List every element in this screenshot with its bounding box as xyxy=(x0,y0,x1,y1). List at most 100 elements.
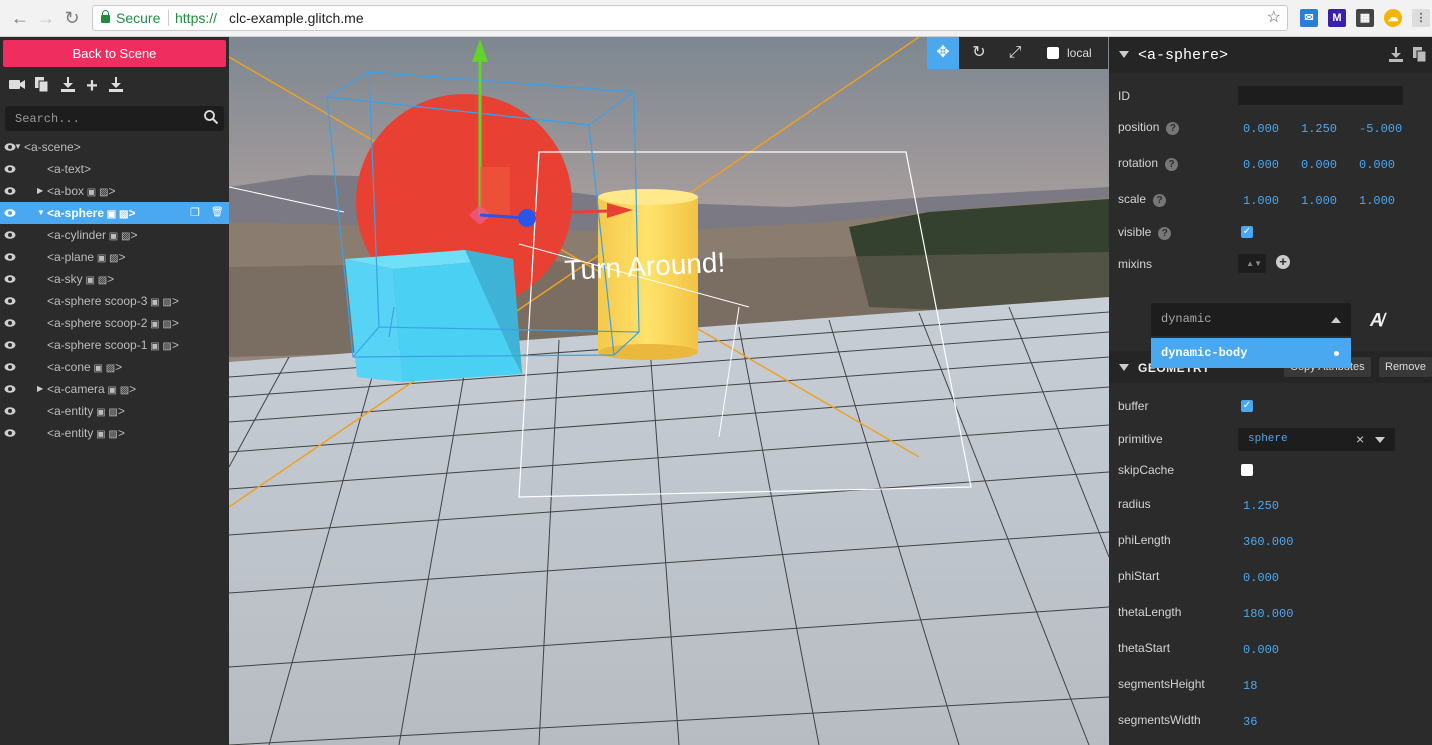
cloud-extension-icon[interactable]: ☁ xyxy=(1384,9,1402,27)
tree-row[interactable]: <a-entity ▣ ▨> xyxy=(0,400,229,422)
scale-y[interactable]: 1.000 xyxy=(1301,194,1337,208)
help-icon[interactable]: ? xyxy=(1165,158,1179,171)
geometry-prop-value[interactable]: 36 xyxy=(1243,715,1257,729)
id-input[interactable] xyxy=(1238,86,1403,105)
eye-icon[interactable] xyxy=(4,296,16,306)
clone-icon[interactable]: ❐ xyxy=(190,202,200,224)
scale-mode-icon[interactable]: ⤢ xyxy=(999,37,1031,69)
eye-icon[interactable] xyxy=(4,230,16,240)
visible-checkbox[interactable]: ✓ xyxy=(1241,226,1253,238)
geometry-prop-value[interactable]: 0.000 xyxy=(1243,571,1279,585)
tree-row[interactable]: ▼ <a-sphere ▣ ▨> ❐ 🗑 xyxy=(0,202,229,224)
tree-row[interactable]: ▶ <a-box ▣ ▨> xyxy=(0,180,229,202)
tree-row[interactable]: <a-cylinder ▣ ▨> xyxy=(0,224,229,246)
rotation-x[interactable]: 0.000 xyxy=(1243,158,1279,172)
mixins-select[interactable]: ▲▼ xyxy=(1238,254,1266,273)
m-extension-icon[interactable]: M xyxy=(1328,9,1346,27)
export-entity-icon[interactable] xyxy=(1389,47,1403,66)
add-mixin-icon[interactable]: + xyxy=(1276,255,1290,269)
position-y[interactable]: 1.250 xyxy=(1301,122,1337,136)
buffer-checkbox[interactable]: ✓ xyxy=(1241,400,1253,412)
tree-row[interactable]: <a-text> xyxy=(0,158,229,180)
tree-row[interactable]: <a-sky ▣ ▨> xyxy=(0,268,229,290)
skipcache-checkbox[interactable] xyxy=(1241,464,1253,476)
scale-z[interactable]: 1.000 xyxy=(1359,194,1395,208)
translate-mode-icon[interactable]: ✥ xyxy=(927,37,959,69)
film-extension-icon[interactable]: ▦ xyxy=(1356,9,1374,27)
eye-icon[interactable] xyxy=(4,164,16,174)
tree-row[interactable]: <a-plane ▣ ▨> xyxy=(0,246,229,268)
scene-viewport[interactable]: Turn Around! xyxy=(229,37,1109,745)
rotation-y[interactable]: 0.000 xyxy=(1301,158,1337,172)
tree-row[interactable]: <a-entity ▣ ▨> xyxy=(0,422,229,444)
copy-entity-icon[interactable] xyxy=(1413,47,1427,66)
eye-icon[interactable] xyxy=(4,252,16,262)
caret-right-icon[interactable]: ▶ xyxy=(37,378,43,400)
primitive-select[interactable]: sphere × xyxy=(1238,428,1395,451)
position-x[interactable]: 0.000 xyxy=(1243,122,1279,136)
forward-arrow-icon[interactable]: → xyxy=(36,8,56,28)
tree-row[interactable]: ▼ <a-scene> xyxy=(0,136,229,158)
geometry-prop-value[interactable]: 18 xyxy=(1243,679,1257,693)
copy-icon[interactable] xyxy=(33,77,51,95)
z-axis-gizmo[interactable] xyxy=(518,209,536,227)
position-z[interactable]: -5.000 xyxy=(1359,122,1402,136)
collapse-icon[interactable] xyxy=(1119,364,1129,371)
add-component-select[interactable]: dynamic xyxy=(1151,303,1351,336)
tree-row[interactable]: <a-sphere scoop-2 ▣ ▨> xyxy=(0,312,229,334)
help-icon[interactable]: ? xyxy=(1158,227,1172,240)
caret-down-icon[interactable]: ▼ xyxy=(37,202,45,224)
back-arrow-icon[interactable]: ← xyxy=(10,8,30,28)
help-icon[interactable]: ? xyxy=(1166,122,1180,135)
eye-icon[interactable] xyxy=(4,406,16,416)
remove-component-button[interactable]: Remove xyxy=(1379,357,1432,377)
help-icon[interactable]: ? xyxy=(1153,194,1167,207)
secure-indicator[interactable]: Secure xyxy=(101,6,160,30)
eye-icon[interactable] xyxy=(4,428,16,438)
menu-icon[interactable]: ⋮ xyxy=(1412,9,1430,27)
delete-icon[interactable]: 🗑 xyxy=(211,202,224,224)
chevron-up-icon[interactable] xyxy=(1331,317,1341,323)
local-checkbox[interactable] xyxy=(1047,47,1059,59)
scale-x[interactable]: 1.000 xyxy=(1243,194,1279,208)
entity-search-input[interactable] xyxy=(5,106,195,131)
add-entity-icon[interactable]: + xyxy=(83,76,101,96)
eye-icon[interactable] xyxy=(4,362,16,372)
address-bar[interactable]: Secure https:// clc-example.glitch.me ☆ xyxy=(92,5,1288,31)
geometry-prop-value[interactable]: 360.000 xyxy=(1243,535,1293,549)
caret-right-icon[interactable]: ▶ xyxy=(37,180,43,202)
back-to-scene-button[interactable]: Back to Scene xyxy=(3,40,226,67)
geometry-prop-value[interactable]: 0.000 xyxy=(1243,643,1279,657)
collapse-icon[interactable] xyxy=(1119,51,1129,58)
bookmark-star-icon[interactable]: ☆ xyxy=(1267,6,1281,30)
eye-icon[interactable] xyxy=(4,318,16,328)
tree-row[interactable]: ▶ <a-camera ▣ ▨> xyxy=(0,378,229,400)
tree-row-label: <a-sphere scoop-1 ▣ ▨> xyxy=(47,334,179,358)
download-icon[interactable] xyxy=(107,77,125,95)
dropdown-option-dynamic-body[interactable]: dynamic-body xyxy=(1161,346,1247,360)
tree-row[interactable]: <a-cone ▣ ▨> xyxy=(0,356,229,378)
caret-down-icon[interactable]: ▼ xyxy=(14,136,22,158)
eye-icon[interactable] xyxy=(4,340,16,350)
chevron-down-icon[interactable] xyxy=(1375,437,1385,443)
mail-extension-icon[interactable]: ✉ xyxy=(1300,9,1318,27)
rotate-mode-icon[interactable]: ↻ xyxy=(963,37,995,69)
aframe-logo-icon[interactable]: A̸ xyxy=(1370,310,1383,331)
tree-row[interactable]: <a-sphere scoop-3 ▣ ▨> xyxy=(0,290,229,312)
eye-icon[interactable] xyxy=(4,274,16,284)
eye-icon[interactable] xyxy=(4,384,16,394)
geometry-prop-label: segmentsWidth xyxy=(1118,713,1201,727)
export-icon[interactable] xyxy=(59,77,77,95)
rotation-z[interactable]: 0.000 xyxy=(1359,158,1395,172)
eye-icon[interactable] xyxy=(4,208,16,218)
search-icon[interactable] xyxy=(204,110,218,124)
clear-icon[interactable]: × xyxy=(1356,431,1364,447)
geometry-prop-value[interactable]: 1.250 xyxy=(1243,499,1279,513)
eye-icon[interactable] xyxy=(4,186,16,196)
plane-handle[interactable] xyxy=(480,167,510,215)
tree-row[interactable]: <a-sphere scoop-1 ▣ ▨> xyxy=(0,334,229,356)
geometry-prop-value[interactable]: 180.000 xyxy=(1243,607,1293,621)
camera-icon[interactable] xyxy=(8,77,26,95)
reload-icon[interactable]: ↻ xyxy=(62,8,82,28)
component-search-value[interactable]: dynamic xyxy=(1161,312,1211,326)
